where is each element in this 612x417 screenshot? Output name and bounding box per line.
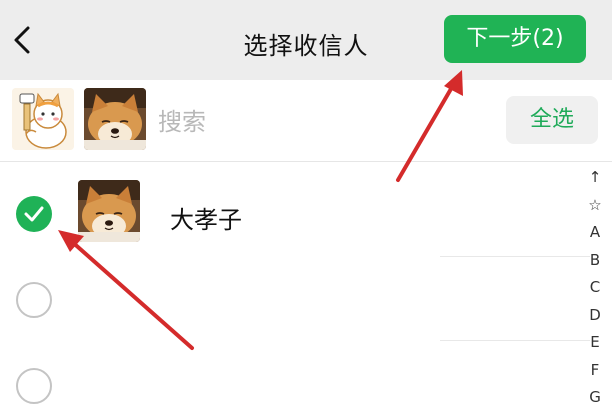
next-step-button[interactable]: 下一步(2): [444, 15, 586, 63]
contact-avatar: [78, 180, 140, 242]
contact-row[interactable]: 大孝子: [0, 170, 612, 258]
shiba-dog-icon: [78, 180, 140, 242]
index-star[interactable]: ☆: [582, 192, 608, 220]
shiba-dog-icon: [84, 88, 146, 150]
search-input[interactable]: [158, 104, 458, 140]
contact-row[interactable]: [0, 342, 612, 417]
index-e[interactable]: E: [582, 329, 608, 357]
cat-sticker-icon: [12, 88, 74, 150]
index-c[interactable]: C: [582, 274, 608, 302]
index-top[interactable]: ↑: [582, 164, 608, 192]
index-d[interactable]: D: [582, 302, 608, 330]
index-f[interactable]: F: [582, 357, 608, 385]
selected-avatar-dog[interactable]: [84, 88, 146, 150]
checkbox-unchecked[interactable]: [16, 368, 52, 404]
checkmark-icon: [24, 206, 44, 222]
top-bar: 选择收信人 下一步(2): [0, 0, 612, 80]
checkbox-unchecked[interactable]: [16, 282, 52, 318]
selected-avatar-cat[interactable]: [12, 88, 74, 150]
row-divider: [440, 340, 590, 341]
contact-row[interactable]: [0, 256, 612, 344]
search-row: 全选: [0, 80, 612, 162]
checkbox-checked[interactable]: [16, 196, 52, 232]
index-a[interactable]: A: [582, 219, 608, 247]
select-all-button[interactable]: 全选: [506, 96, 598, 144]
index-g[interactable]: G: [582, 384, 608, 412]
contact-name: 大孝子: [170, 206, 242, 234]
index-b[interactable]: B: [582, 247, 608, 275]
alphabet-index[interactable]: ↑ ☆ A B C D E F G: [582, 164, 608, 412]
